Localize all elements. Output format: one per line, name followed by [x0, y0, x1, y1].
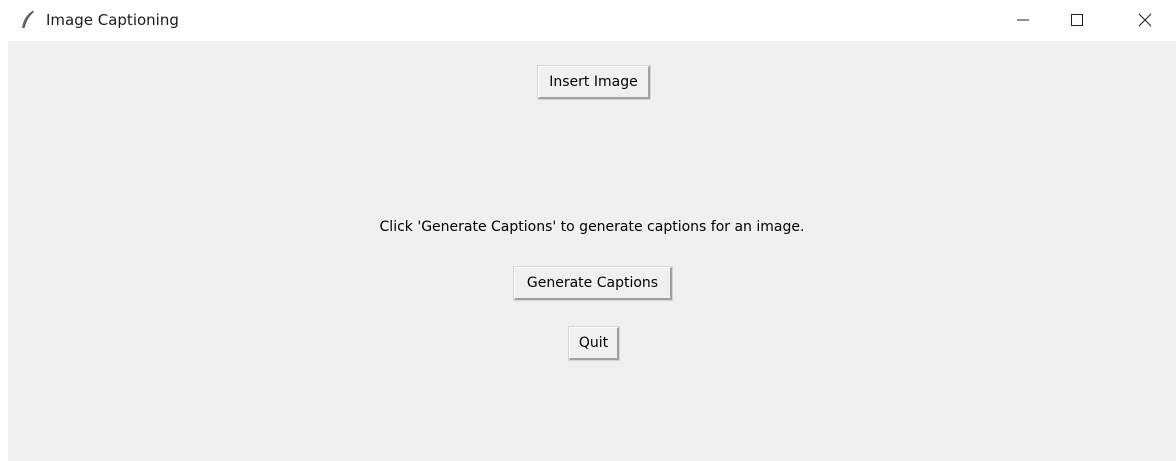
title-bar[interactable]: Image Captioning — [0, 0, 1176, 40]
feather-icon — [20, 10, 36, 30]
close-button[interactable] — [1122, 0, 1168, 40]
minimize-icon — [1016, 13, 1030, 27]
quit-button[interactable]: Quit — [568, 326, 620, 361]
close-icon — [1138, 13, 1152, 27]
generate-captions-button[interactable]: Generate Captions — [513, 266, 673, 301]
main-panel: Insert Image Click 'Generate Captions' t… — [8, 41, 1176, 461]
instruction-label: Click 'Generate Captions' to generate ca… — [379, 219, 805, 235]
window-title: Image Captioning — [46, 11, 179, 29]
maximize-button[interactable] — [1054, 0, 1100, 40]
insert-image-button[interactable]: Insert Image — [537, 65, 651, 100]
app-window: Image Captioning Insert Image Click 'Gen… — [0, 0, 1176, 461]
maximize-icon — [1070, 13, 1084, 27]
minimize-button[interactable] — [1000, 0, 1046, 40]
